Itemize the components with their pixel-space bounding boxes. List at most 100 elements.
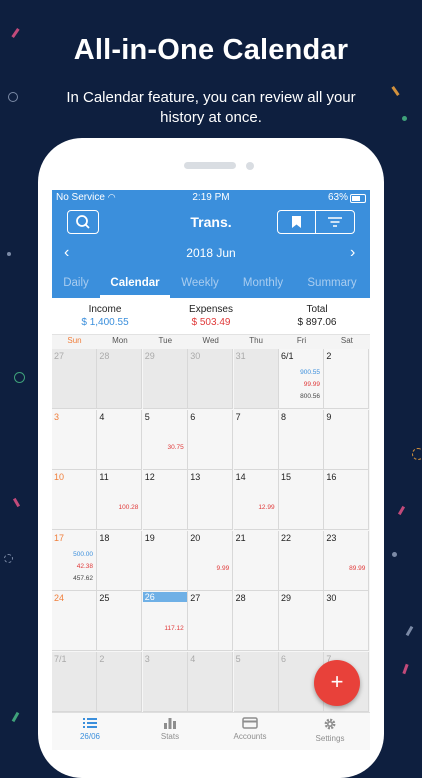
total-label: Total	[306, 304, 328, 315]
calendar-day-cell[interactable]: 12	[142, 470, 188, 531]
calendar-day-cell[interactable]: 20 9.99	[188, 530, 234, 591]
calendar-day-cell[interactable]: 31	[233, 349, 279, 409]
calendar-day-cell[interactable]: 14 12.99	[233, 470, 279, 531]
phone-speaker	[184, 162, 236, 169]
day-number: 7	[235, 411, 241, 422]
calendar-day-cell[interactable]: 4	[97, 409, 143, 470]
decoration-dash	[12, 497, 21, 508]
expense-amount: 30.75	[167, 443, 184, 451]
calendar-day-cell[interactable]: 29	[142, 349, 188, 409]
day-number: 21	[235, 532, 246, 543]
decoration-dot	[402, 116, 407, 121]
filter-button[interactable]	[316, 211, 354, 233]
calendar-day-cell[interactable]: 29	[279, 591, 324, 652]
calendar-day-cell[interactable]: 6/1 900.55 99.99 800.56	[279, 349, 324, 409]
calendar-day-cell[interactable]: 5 30.75	[142, 409, 188, 470]
calendar-day-cell[interactable]: 2	[97, 652, 143, 712]
decoration-dash	[397, 505, 406, 516]
calendar-day-cell[interactable]: 3	[142, 652, 188, 712]
calendar-day-cell[interactable]: 13	[188, 470, 234, 531]
tab-monthly[interactable]: Monthly	[232, 277, 294, 289]
total-amount: 800.56	[300, 393, 320, 400]
calendar-day-cell[interactable]: 23 89.99	[324, 530, 370, 591]
day-number: 12	[144, 472, 155, 483]
calendar-day-cell[interactable]: 4	[188, 652, 234, 712]
day-number: 20	[190, 532, 201, 543]
calendar-day-cell[interactable]: 3	[52, 409, 97, 470]
expenses-label: Expenses	[189, 304, 233, 315]
day-number: 27	[54, 351, 65, 361]
battery-icon	[350, 194, 366, 203]
calendar-day-cell[interactable]: 21	[233, 530, 279, 591]
add-transaction-button[interactable]: +	[314, 660, 360, 706]
calendar-day-cell[interactable]: 9	[324, 409, 370, 470]
tabbar-item-accounts[interactable]: Accounts	[218, 717, 282, 741]
calendar-day-cell[interactable]: 7	[233, 409, 279, 470]
subline: In Calendar feature, you can review all …	[66, 89, 356, 126]
day-number: 27	[190, 593, 201, 604]
calendar-day-cell[interactable]: 27	[188, 591, 234, 652]
calendar-day-cell[interactable]: 2	[324, 349, 370, 409]
header-actions	[277, 210, 355, 234]
tab-daily[interactable]: Daily	[52, 277, 100, 289]
battery-percent: 63%	[327, 192, 348, 203]
decoration-dot	[392, 552, 397, 557]
tab-weekly[interactable]: Weekly	[170, 277, 230, 289]
day-number: 5	[144, 411, 150, 422]
day-number: 29	[144, 351, 155, 361]
tab-calendar[interactable]: Calendar	[100, 277, 170, 289]
day-number: 16	[326, 472, 337, 483]
calendar-day-cell[interactable]: 22	[279, 530, 324, 591]
calendar-day-cell[interactable]: 19	[142, 530, 188, 591]
calendar-day-cell[interactable]: 27	[52, 349, 97, 409]
day-number: 19	[144, 532, 155, 543]
bar-chart-icon	[164, 718, 176, 729]
weekday-label: Mon	[112, 336, 128, 345]
status-time: 2:19 PM	[192, 192, 230, 203]
day-number: 24	[54, 593, 65, 604]
calendar-day-cell[interactable]: 6	[188, 409, 234, 470]
decoration-dash	[11, 711, 20, 723]
day-number: 9	[326, 411, 332, 422]
calendar-day-cell[interactable]: 17 500.00 42.38 457.62	[52, 530, 97, 591]
calendar-day-cell[interactable]: 5	[233, 652, 279, 712]
next-month-button[interactable]: ›	[350, 244, 355, 262]
tabbar-label: Accounts	[233, 732, 267, 741]
calendar-day-cell[interactable]: 30	[188, 349, 234, 409]
tab-summary[interactable]: Summary	[300, 277, 364, 289]
calendar-day-cell[interactable]: 18	[97, 530, 143, 591]
tabbar-item-stats[interactable]: Stats	[138, 717, 202, 741]
filter-icon	[328, 217, 342, 227]
bookmark-button[interactable]	[278, 211, 315, 233]
calendar-day-cell[interactable]: 8	[279, 409, 324, 470]
day-number: 5	[235, 654, 241, 664]
day-number: 4	[190, 654, 196, 664]
calendar-day-cell[interactable]: 28	[97, 349, 143, 409]
app-header: No Service ◠ 2:19 PM 63% Trans. ‹ 2018 J…	[52, 190, 370, 298]
day-number: 25	[99, 593, 110, 604]
calendar-day-cell[interactable]: 10	[52, 470, 97, 531]
calendar-day-cell[interactable]: 16	[324, 470, 370, 531]
day-number: 6/1	[281, 351, 294, 361]
calendar-grid: 27 28 29 30 31 6/1 900.55 99.99 800.56 2 3 4 5 30.75 6…	[52, 349, 370, 713]
tabbar-label: Stats	[160, 732, 180, 741]
expenses-value: $ 503.49	[191, 317, 231, 328]
tabbar-item-calendar[interactable]: 26/06	[58, 717, 122, 741]
day-number: 4	[99, 411, 105, 422]
income-value: $ 1,400.55	[81, 317, 129, 328]
day-number: 17	[54, 532, 65, 543]
calendar-day-cell[interactable]: 7/1	[52, 652, 97, 712]
day-number: 14	[235, 472, 246, 483]
calendar-day-cell[interactable]: 28	[233, 591, 279, 652]
calendar-day-cell[interactable]: 15	[279, 470, 324, 531]
calendar-day-cell[interactable]: 25	[97, 591, 143, 652]
day-number: 2	[326, 351, 332, 361]
tabbar-item-settings[interactable]: Settings	[298, 717, 362, 743]
calendar-day-cell[interactable]: 26 117.12	[142, 591, 188, 652]
calendar-day-cell[interactable]: 11 100.28	[97, 470, 143, 531]
tabbar-label: 26/06	[79, 732, 101, 741]
day-number: 7/1	[54, 654, 67, 664]
calendar-day-cell[interactable]: 24	[52, 591, 97, 652]
decoration-circle	[412, 448, 422, 460]
calendar-day-cell[interactable]: 30	[324, 591, 370, 652]
